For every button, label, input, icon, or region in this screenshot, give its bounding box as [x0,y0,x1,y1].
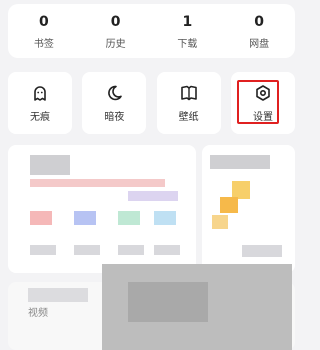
blurred-content-panel-bottom [8,264,295,350]
blurred-block [118,211,140,225]
stat-bookmarks[interactable]: 0 书签 [14,13,74,50]
blurred-block [28,288,88,302]
stat-label: 书签 [33,38,54,50]
stat-label: 历史 [105,38,126,50]
stat-label: 下载 [177,38,198,50]
blurred-block [128,191,178,201]
blurred-block [128,282,208,322]
blurred-block [242,245,282,257]
quick-action-label: 暗夜 [104,111,125,123]
quick-actions-row: 无痕 暗夜 壁纸 设置 [8,72,295,134]
blurred-block [118,245,144,255]
incognito-button[interactable]: 无痕 [8,72,72,134]
book-open-icon [180,84,198,102]
blurred-block [154,211,176,225]
blurred-block [30,211,52,225]
settings-button[interactable]: 设置 [230,72,295,134]
stat-value: 0 [254,13,264,30]
blurred-block [30,245,56,255]
blurred-block [74,211,96,225]
blurred-content-panel-right [202,145,295,273]
blurred-block [154,245,180,255]
wallpaper-button[interactable]: 壁纸 [156,72,221,134]
moon-icon [105,84,123,102]
blurred-block [74,245,100,255]
stats-card: 0 书签 0 历史 1 下载 0 网盘 [8,4,295,58]
video-section-label: 视频 [28,308,48,319]
blurred-block [212,215,228,229]
stat-cloud-drive[interactable]: 0 网盘 [229,13,289,50]
blurred-block [30,179,165,187]
blurred-block [210,155,270,169]
stat-value: 0 [110,13,121,30]
stat-value: 0 [39,13,49,30]
quick-action-label: 无痕 [30,111,50,123]
quick-action-label: 壁纸 [178,111,199,123]
blurred-block [30,155,70,175]
stat-value: 1 [182,13,193,30]
settings-hexagon-icon [254,84,272,102]
stat-downloads[interactable]: 1 下载 [157,13,217,50]
blurred-block [220,197,238,213]
stat-history[interactable]: 0 历史 [86,13,146,50]
ghost-icon [31,84,49,102]
blurred-content-panel-left [8,145,196,273]
dark-mode-button[interactable]: 暗夜 [82,72,147,134]
stat-label: 网盘 [249,38,270,50]
quick-action-label: 设置 [252,111,273,123]
